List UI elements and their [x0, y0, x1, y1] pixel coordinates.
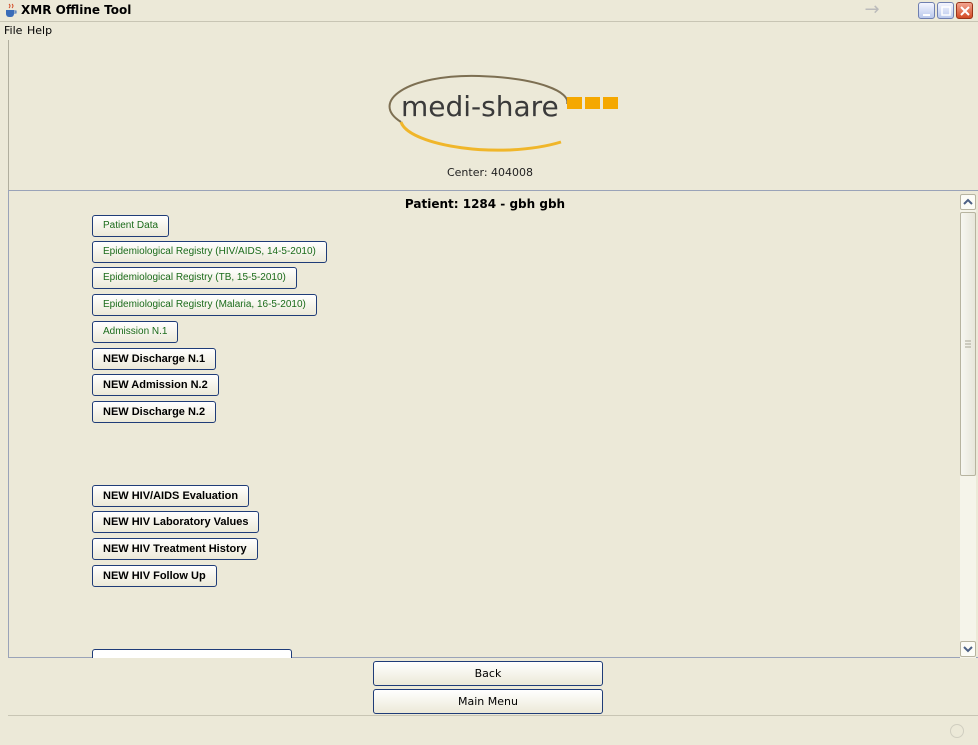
new-hiv-treatment-button[interactable]: NEW HIV Treatment History	[92, 538, 258, 560]
new-hiv-evaluation-button[interactable]: NEW HIV/AIDS Evaluation	[92, 485, 250, 507]
patient-data-button[interactable]: Patient Data	[92, 215, 170, 237]
registry-hiv-button[interactable]: Epidemiological Registry (HIV/AIDS, 14-5…	[92, 241, 327, 263]
patient-title: Patient: 1284 - gbh gbh	[404, 197, 566, 211]
new-hiv-lab-values-button[interactable]: NEW HIV Laboratory Values	[92, 511, 260, 533]
menu-help[interactable]: Help	[27, 24, 52, 37]
new-discharge-2-button[interactable]: NEW Discharge N.2	[92, 401, 217, 423]
close-button[interactable]	[956, 2, 973, 19]
status-bar	[8, 715, 978, 745]
status-indicator	[950, 724, 964, 738]
patient-panel: Patient: 1284 - gbh gbh Patient Data Epi…	[8, 190, 978, 658]
arrow-right-icon[interactable]: →	[862, 1, 882, 20]
new-admission-2-button[interactable]: NEW Admission N.2	[92, 374, 219, 396]
chevron-up-icon	[963, 198, 973, 205]
maximize-icon	[941, 6, 951, 16]
new-discharge-1-button[interactable]: NEW Discharge N.1	[92, 348, 217, 370]
close-icon	[960, 6, 970, 16]
maximize-button[interactable]	[937, 2, 954, 19]
scrollbar-grip-icon	[965, 340, 971, 348]
scroll-down-button[interactable]	[960, 641, 976, 657]
main-menu-button[interactable]: Main Menu	[373, 689, 603, 714]
back-button[interactable]: Back	[373, 661, 603, 686]
minimize-icon	[923, 14, 930, 16]
registry-malaria-button[interactable]: Epidemiological Registry (Malaria, 16-5-…	[92, 294, 317, 316]
java-cup-icon	[6, 3, 17, 17]
registry-tb-button[interactable]: Epidemiological Registry (TB, 15-5-2010)	[92, 267, 297, 289]
menu-bar: File Help	[0, 22, 978, 40]
center-label: Center: 404008	[446, 166, 534, 179]
window-title: XMR Offline Tool	[21, 3, 132, 17]
title-bar[interactable]: XMR Offline Tool →	[0, 0, 978, 22]
chevron-down-icon	[963, 646, 973, 653]
menu-file[interactable]: File	[4, 24, 22, 37]
medi-share-logo: medi-share	[388, 74, 618, 152]
admission-1-button[interactable]: Admission N.1	[92, 321, 179, 343]
scroll-up-button[interactable]	[960, 194, 976, 210]
header-panel: medi-share Center: 404008	[8, 40, 978, 190]
clipped-next-button[interactable]	[92, 649, 292, 658]
svg-text:medi-share: medi-share	[401, 90, 559, 123]
new-hiv-follow-up-button[interactable]: NEW HIV Follow Up	[92, 565, 217, 587]
minimize-button[interactable]	[918, 2, 935, 19]
